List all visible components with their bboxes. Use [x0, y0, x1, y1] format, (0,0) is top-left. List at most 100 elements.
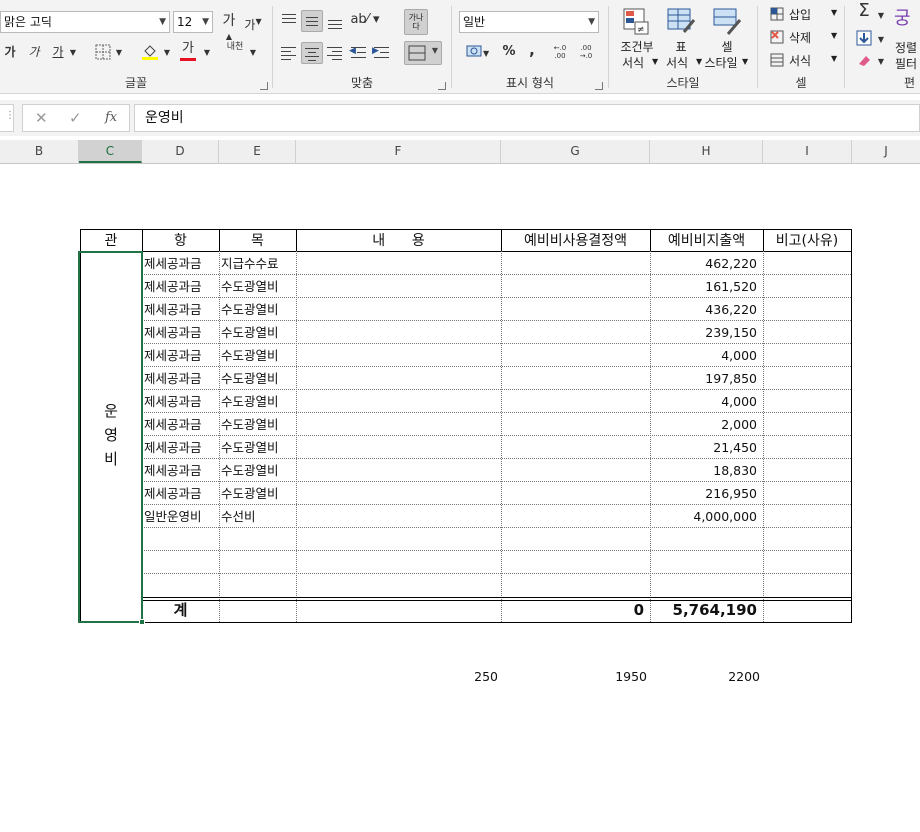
column-header-g[interactable]: G	[501, 140, 650, 163]
insert-cells-button[interactable]: 삽입 ▼	[769, 6, 841, 24]
clear-button[interactable]	[854, 52, 874, 72]
cell-amount[interactable]: 239,150	[650, 322, 763, 344]
chevron-down-icon[interactable]: ▼	[876, 8, 886, 24]
cell-hang[interactable]	[144, 575, 219, 597]
cell-mok[interactable]: 수도광열비	[221, 345, 296, 367]
cell-styles-button[interactable]: 셀 스타일 ▼	[702, 6, 750, 72]
comma-style-button[interactable]: ,	[525, 42, 539, 58]
worksheet-grid[interactable]: 관 항 목 내 용 예비비사용결정액 예비비지출액 비고(사유) 운 영 비 제…	[0, 164, 920, 832]
header-content[interactable]: 내 용	[296, 230, 501, 252]
number-dialog-launcher-icon[interactable]	[595, 82, 603, 90]
align-top-button[interactable]	[278, 10, 300, 32]
cancel-icon[interactable]: ✕	[35, 109, 48, 127]
chevron-down-icon[interactable]: ▼	[68, 45, 78, 61]
enter-icon[interactable]: ✓	[69, 109, 82, 127]
cell-mok[interactable]: 수도광열비	[221, 414, 296, 436]
shrink-font-button[interactable]: 가▼	[244, 14, 262, 33]
cell-hang[interactable]: 제세공과금	[144, 253, 219, 275]
column-header-d[interactable]: D	[142, 140, 219, 163]
column-header-h[interactable]: H	[650, 140, 763, 163]
font-dialog-launcher-icon[interactable]	[260, 82, 268, 90]
cell-amount[interactable]	[650, 529, 763, 551]
increase-indent-button[interactable]: ▶	[371, 42, 393, 64]
cell-mok[interactable]: 수도광열비	[221, 437, 296, 459]
phonetic-button[interactable]: 내천	[224, 43, 246, 52]
header-gwan[interactable]: 관	[80, 230, 142, 252]
number-format-dropdown[interactable]: 일반 ▼	[459, 11, 599, 33]
decrease-decimal-button[interactable]: .00 →.0	[575, 44, 597, 60]
bold-button[interactable]: 가	[2, 44, 18, 60]
column-header-e[interactable]: E	[219, 140, 296, 163]
column-header-j[interactable]: J	[852, 140, 920, 163]
align-left-button[interactable]	[278, 42, 300, 64]
cell-mok[interactable]	[221, 575, 296, 597]
header-mok[interactable]: 목	[219, 230, 296, 252]
wrap-text-button[interactable]: 가나다	[404, 9, 428, 35]
column-header-c[interactable]: C	[79, 140, 142, 163]
chevron-down-icon[interactable]: ▼	[114, 45, 124, 61]
total-label[interactable]: 계	[142, 599, 219, 621]
cell-amount[interactable]: 2,000	[650, 414, 763, 436]
fill-handle[interactable]	[139, 619, 145, 625]
header-hang[interactable]: 항	[142, 230, 219, 252]
autosum-button[interactable]: Σ	[854, 2, 874, 20]
underline-button[interactable]: 가	[50, 44, 66, 60]
alignment-dialog-launcher-icon[interactable]	[438, 82, 446, 90]
cell-mok[interactable]	[221, 552, 296, 574]
merge-center-button[interactable]: ▼	[404, 41, 442, 65]
insert-function-icon[interactable]: fx	[105, 110, 117, 125]
font-size-dropdown[interactable]: 12 ▼	[173, 11, 213, 33]
cell-hang[interactable]: 제세공과금	[144, 483, 219, 505]
column-header-f[interactable]: F	[296, 140, 501, 163]
decrease-indent-button[interactable]: ◀	[348, 42, 370, 64]
format-as-table-button[interactable]: 표 서식 ▼	[662, 6, 702, 72]
fill-color-button[interactable]	[140, 42, 160, 64]
cell-mok[interactable]: 수도광열비	[221, 276, 296, 298]
formula-input[interactable]: 운영비	[134, 104, 920, 132]
total-spent[interactable]: 5,764,190	[650, 599, 763, 621]
column-header-i[interactable]: I	[763, 140, 852, 163]
cell-mok[interactable]: 수도광열비	[221, 460, 296, 482]
chevron-down-icon[interactable]: ▼	[248, 45, 258, 61]
cell-i-value[interactable]: 2200	[682, 666, 760, 688]
cell-hang[interactable]	[144, 529, 219, 551]
fill-button[interactable]	[854, 30, 874, 50]
format-cells-button[interactable]: 서식 ▼	[769, 52, 841, 70]
sort-filter-button[interactable]: 궁 정렬 필터	[890, 4, 920, 71]
align-bottom-button[interactable]	[324, 10, 346, 32]
header-reserve-spent[interactable]: 예비비지출액	[650, 230, 763, 252]
align-middle-button[interactable]	[301, 10, 323, 32]
chevron-down-icon[interactable]: ▼	[202, 45, 212, 61]
cell-mok[interactable]	[221, 529, 296, 551]
cell-mok[interactable]: 지급수수료	[221, 253, 296, 275]
cell-mok[interactable]: 수도광열비	[221, 391, 296, 413]
cell-amount[interactable]: 18,830	[650, 460, 763, 482]
cell-mok[interactable]: 수도광열비	[221, 322, 296, 344]
cell-hang[interactable]: 제세공과금	[144, 345, 219, 367]
cell-amount[interactable]: 21,450	[650, 437, 763, 459]
cell-amount[interactable]: 216,950	[650, 483, 763, 505]
cell-hang[interactable]: 일반운영비	[144, 506, 219, 528]
align-right-button[interactable]	[324, 42, 346, 64]
cell-hang[interactable]: 제세공과금	[144, 437, 219, 459]
increase-decimal-button[interactable]: ←.0 .00	[549, 44, 571, 60]
header-remark[interactable]: 비고(사유)	[763, 230, 851, 252]
cell-mok[interactable]: 수선비	[221, 506, 296, 528]
header-reserve-decision[interactable]: 예비비사용결정액	[501, 230, 650, 252]
chevron-down-icon[interactable]: ▼	[162, 45, 172, 61]
cell-hang[interactable]: 제세공과금	[144, 391, 219, 413]
chevron-down-icon[interactable]: ▼	[876, 54, 886, 70]
cell-amount[interactable]	[650, 552, 763, 574]
cell-mok[interactable]: 수도광열비	[221, 483, 296, 505]
cell-amount[interactable]: 4,000	[650, 391, 763, 413]
orientation-button[interactable]: ab⁄ ▾	[350, 12, 380, 28]
cell-amount[interactable]: 4,000,000	[650, 506, 763, 528]
cell-amount[interactable]: 462,220	[650, 253, 763, 275]
cell-hang[interactable]: 제세공과금	[144, 322, 219, 344]
cell-hang[interactable]: 제세공과금	[144, 414, 219, 436]
cell-mok[interactable]: 수도광열비	[221, 299, 296, 321]
cell-h-value[interactable]: 1950	[570, 666, 647, 688]
cell-amount[interactable]	[650, 575, 763, 597]
align-center-button[interactable]	[301, 42, 323, 64]
cell-hang[interactable]	[144, 552, 219, 574]
